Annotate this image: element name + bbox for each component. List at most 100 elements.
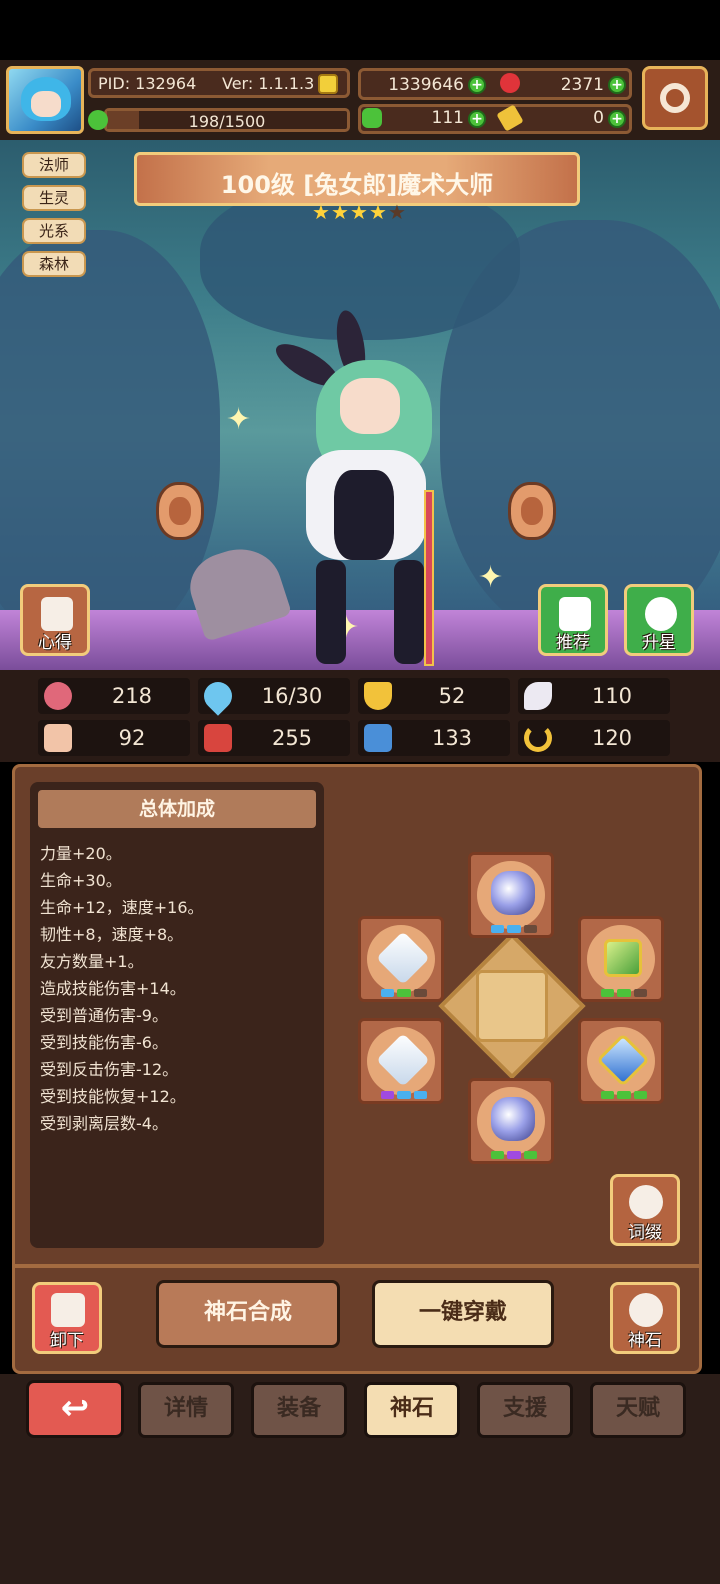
- clover-icon: [362, 108, 382, 128]
- rune-left-icon[interactable]: [156, 482, 204, 540]
- gem-slot-upper-left[interactable]: [358, 916, 444, 1002]
- gem-slot-top[interactable]: [468, 852, 554, 938]
- stat-luck: 120: [518, 720, 670, 756]
- stat-intellect: 255: [198, 720, 350, 756]
- star-filled-icon: ★: [350, 200, 368, 224]
- exp-bar: 198/1500: [104, 108, 350, 132]
- stone-core-grid: [476, 970, 548, 1042]
- stat-mana: 16/30: [198, 676, 350, 716]
- blue-diamond-gem-icon: [596, 1033, 650, 1087]
- white-diamond-gem-icon: [376, 1033, 430, 1087]
- star-filled-icon: ★: [331, 200, 349, 224]
- gem-slot-lower-left[interactable]: [358, 1018, 444, 1104]
- unequip-button[interactable]: 卸下: [32, 1282, 102, 1354]
- add-clover-button[interactable]: +: [468, 110, 486, 128]
- god-stone-label: 神石: [628, 1331, 662, 1351]
- equip-all-button[interactable]: 一键穿戴: [372, 1280, 554, 1348]
- insight-label: 心得: [38, 633, 72, 653]
- bonus-line: 力量+20。: [40, 844, 122, 863]
- stat-defense: 52: [358, 678, 510, 714]
- coin-count: 1339646: [388, 75, 464, 95]
- back-button[interactable]: ↩: [26, 1380, 124, 1438]
- down-arrow-icon: [51, 1293, 85, 1327]
- bonus-line: 韧性+8，速度+8。: [40, 925, 184, 944]
- recommend-label: 推荐: [556, 633, 590, 653]
- avatar-face: [31, 91, 61, 117]
- bonus-line: 生命+12，速度+16。: [40, 898, 204, 917]
- tab-details[interactable]: 详情: [138, 1382, 234, 1438]
- stat-skill: 133: [358, 720, 510, 756]
- bonus-line: 受到普通伤害-9。: [40, 1006, 168, 1025]
- add-ruby-button[interactable]: +: [608, 76, 626, 94]
- bonus-line: 受到技能伤害-6。: [40, 1033, 168, 1052]
- recommend-button[interactable]: 推荐: [538, 584, 608, 656]
- character-bodysuit: [334, 470, 394, 560]
- sparkle-icon: ✦: [478, 560, 504, 595]
- star-empty-icon: ★: [388, 200, 406, 224]
- tab-talent[interactable]: 天赋: [590, 1382, 686, 1438]
- ruby-count: 2371: [560, 75, 604, 95]
- insight-button[interactable]: 心得: [20, 584, 90, 656]
- book-icon: [204, 724, 232, 752]
- tag-race: 生灵: [22, 185, 86, 211]
- clover-exp-icon: [88, 110, 108, 130]
- water-drop-icon: [198, 676, 238, 716]
- thumbs-up-icon: [559, 597, 591, 631]
- add-coin-button[interactable]: +: [468, 76, 486, 94]
- gem-slot-upper-right[interactable]: [578, 916, 664, 1002]
- game-version: Ver: 1.1.1.3: [222, 74, 315, 93]
- affix-button[interactable]: 词缀: [610, 1174, 680, 1246]
- ticket-count: 0: [593, 108, 604, 128]
- gem-slot-lower-right[interactable]: [578, 1018, 664, 1104]
- god-stone-button[interactable]: 神石: [610, 1282, 680, 1354]
- sparkle-icon: ✦: [226, 402, 252, 437]
- stat-speed: 110: [518, 678, 670, 714]
- star-rating: ★ ★ ★ ★ ★: [312, 202, 406, 224]
- star-up-label: 升星: [642, 633, 676, 653]
- star-icon: [645, 597, 677, 631]
- stat-strength: 92: [38, 720, 190, 756]
- player-id: PID: 132964: [98, 74, 197, 93]
- star-filled-icon: ★: [312, 200, 330, 224]
- bonus-line: 生命+30。: [40, 871, 122, 890]
- panel-divider: [12, 1264, 702, 1268]
- tag-element: 光系: [22, 218, 86, 244]
- bonus-line: 受到剥离层数-4。: [40, 1114, 168, 1133]
- wing-icon: [524, 682, 552, 710]
- bonus-heading: 总体加成: [38, 790, 316, 828]
- character-face: [340, 378, 400, 434]
- shield-icon: [364, 682, 392, 710]
- rune-right-icon[interactable]: [508, 482, 556, 540]
- exp-text: 198/1500: [188, 112, 266, 131]
- status-bar-blank: [0, 0, 720, 60]
- boot-icon: [364, 724, 392, 752]
- fist-icon: [44, 724, 72, 752]
- stone-icon: [629, 1293, 663, 1327]
- purple-orb-gem-icon: [491, 871, 535, 915]
- magnifier-icon: [629, 1185, 663, 1219]
- coin-icon: [318, 74, 338, 94]
- character-legs: [310, 560, 424, 664]
- ruby-icon: [500, 73, 520, 93]
- heart-icon: [44, 682, 72, 710]
- tab-equipment[interactable]: 装备: [251, 1382, 347, 1438]
- bonus-line: 受到技能恢复+12。: [40, 1087, 186, 1106]
- bonus-line: 造成技能伤害+14。: [40, 979, 186, 998]
- white-diamond-gem-icon: [376, 931, 430, 985]
- star-up-button[interactable]: 升星: [624, 584, 694, 656]
- settings-button[interactable]: [642, 66, 708, 130]
- purple-orb-gem-icon: [491, 1097, 535, 1141]
- character-title: 100级 [兔女郎]魔术大师: [220, 171, 494, 199]
- affix-label: 词缀: [628, 1223, 662, 1243]
- gem-slot-bottom[interactable]: [468, 1078, 554, 1164]
- unequip-label: 卸下: [50, 1331, 84, 1351]
- player-avatar[interactable]: [6, 66, 84, 134]
- star-filled-icon: ★: [369, 200, 387, 224]
- add-ticket-button[interactable]: +: [608, 110, 626, 128]
- tab-support[interactable]: 支援: [477, 1382, 573, 1438]
- synthesize-button[interactable]: 神石合成: [156, 1280, 340, 1348]
- character-title-banner: 100级 [兔女郎]魔术大师: [134, 152, 580, 206]
- horseshoe-icon: [524, 724, 552, 752]
- tab-god-stone[interactable]: 神石: [364, 1382, 460, 1438]
- scroll-icon: [41, 597, 73, 631]
